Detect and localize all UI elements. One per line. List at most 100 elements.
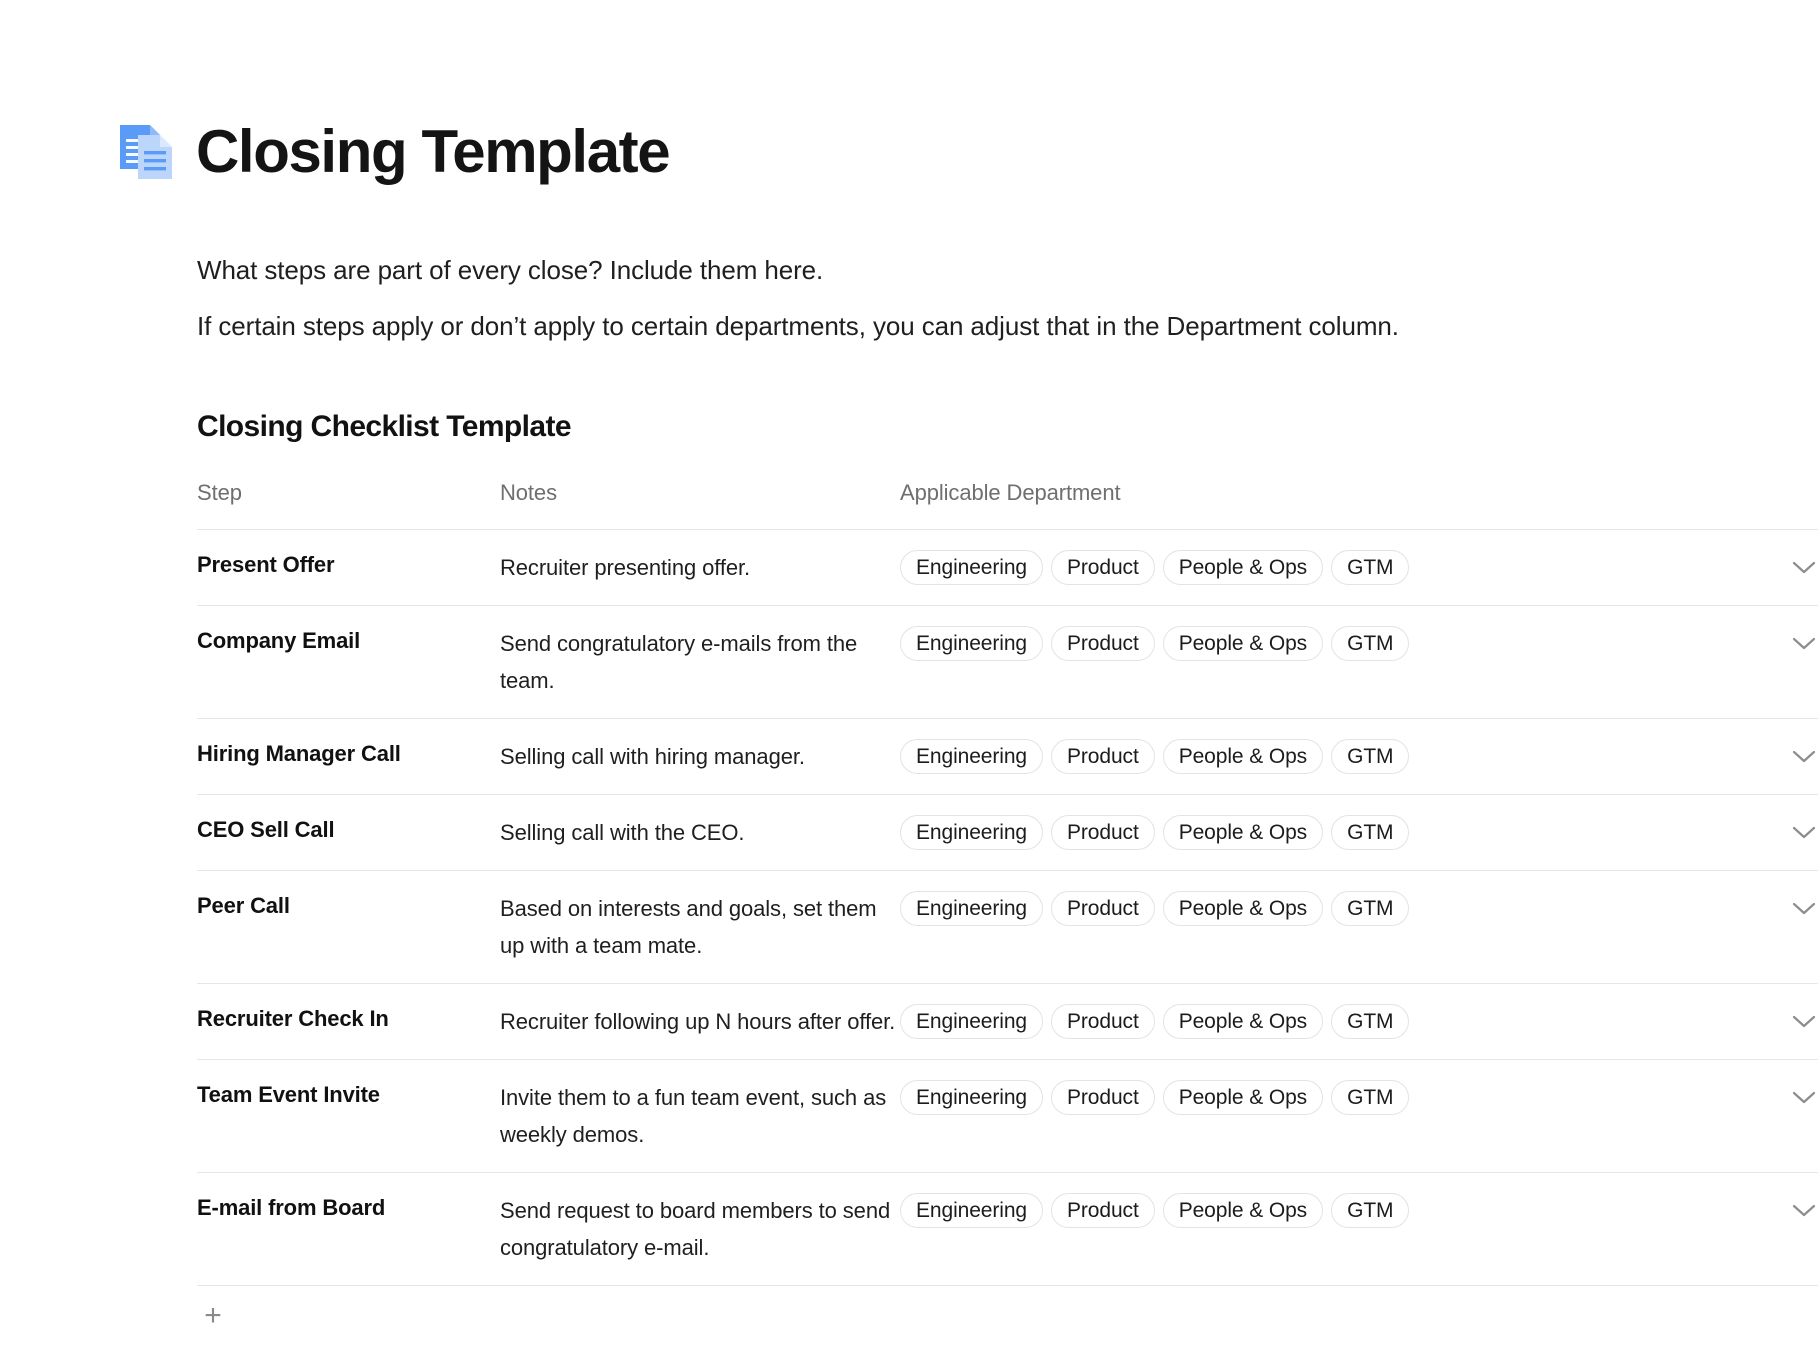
department-pill[interactable]: Product: [1051, 1193, 1155, 1228]
department-pill[interactable]: Engineering: [900, 1193, 1043, 1228]
add-row-button[interactable]: +: [197, 1300, 229, 1332]
department-pill[interactable]: People & Ops: [1162, 626, 1324, 661]
department-pill-group: Engineering Product People & Ops GTM: [900, 1003, 1600, 1040]
chevron-down-icon[interactable]: [1792, 1079, 1818, 1116]
department-pill[interactable]: People & Ops: [1162, 1004, 1324, 1039]
cell-expand: [1600, 795, 1818, 871]
cell-step: Hiring Manager Call: [197, 741, 401, 766]
chevron-down-icon[interactable]: [1792, 625, 1818, 662]
page-title: Closing Template: [196, 118, 671, 185]
cell-step: Recruiter Check In: [197, 1006, 389, 1031]
department-pill-group: Engineering Product People & Ops GTM: [900, 549, 1600, 586]
department-pill-group: Engineering Product People & Ops GTM: [900, 1079, 1600, 1116]
cell-expand: [1600, 1173, 1818, 1286]
column-header-step: Step: [197, 480, 242, 505]
table-header-row: Step Notes Applicable Department: [197, 479, 1818, 530]
department-pill[interactable]: GTM: [1331, 815, 1410, 850]
section-heading: Closing Checklist Template: [197, 410, 572, 443]
department-pill[interactable]: Engineering: [900, 626, 1043, 661]
cell-applicable-department: Engineering Product People & Ops GTM: [900, 984, 1600, 1060]
cell-notes: Send request to board members to send co…: [500, 1198, 891, 1260]
department-pill[interactable]: Product: [1051, 550, 1155, 585]
department-pill[interactable]: GTM: [1331, 550, 1410, 585]
department-pill-group: Engineering Product People & Ops GTM: [900, 890, 1600, 927]
chevron-down-icon[interactable]: [1792, 1192, 1818, 1229]
department-pill[interactable]: People & Ops: [1162, 1193, 1324, 1228]
table-body: Present Offer Recruiter presenting offer.…: [197, 529, 1818, 1286]
intro-paragraph-2: If certain steps apply or don’t apply to…: [197, 311, 1399, 341]
cell-expand: [1600, 871, 1818, 984]
cell-notes: Selling call with hiring manager.: [500, 744, 805, 769]
intro-paragraph-1: What steps are part of every close? Incl…: [197, 255, 824, 285]
cell-expand: [1600, 984, 1818, 1060]
column-header-applicable-department: Applicable Department: [900, 480, 1121, 505]
table-row[interactable]: E-mail from Board Send request to board m…: [197, 1172, 1818, 1286]
department-pill[interactable]: Product: [1051, 1080, 1155, 1115]
department-pill-group: Engineering Product People & Ops GTM: [900, 1192, 1600, 1229]
department-pill[interactable]: Product: [1051, 891, 1155, 926]
department-pill[interactable]: Engineering: [900, 739, 1043, 774]
department-pill[interactable]: People & Ops: [1162, 891, 1324, 926]
department-pill[interactable]: GTM: [1331, 1193, 1410, 1228]
table-row[interactable]: Peer Call Based on interests and goals, s…: [197, 870, 1818, 984]
document-page: Closing Template What steps are part of …: [0, 0, 1818, 1358]
table-row[interactable]: Team Event Invite Invite them to a fun te…: [197, 1059, 1818, 1173]
cell-notes: Send congratulatory e-mails from the tea…: [500, 631, 858, 693]
add-row-container: +: [0, 1300, 1818, 1340]
closing-checklist-table: Step Notes Applicable Department Present…: [197, 479, 1818, 1286]
cell-applicable-department: Engineering Product People & Ops GTM: [900, 1173, 1600, 1286]
chevron-down-icon[interactable]: [1792, 738, 1818, 775]
table-row[interactable]: Company Email Send congratulatory e-mails…: [197, 605, 1818, 719]
chevron-down-icon[interactable]: [1792, 1003, 1818, 1040]
department-pill[interactable]: People & Ops: [1162, 815, 1324, 850]
closing-checklist-table-wrap: Step Notes Applicable Department Present…: [0, 479, 1818, 1286]
cell-step: Peer Call: [197, 893, 290, 918]
cell-applicable-department: Engineering Product People & Ops GTM: [900, 1060, 1600, 1173]
document-pages-icon: [118, 121, 174, 183]
cell-applicable-department: Engineering Product People & Ops GTM: [900, 719, 1600, 795]
department-pill[interactable]: GTM: [1331, 739, 1410, 774]
department-pill[interactable]: People & Ops: [1162, 1080, 1324, 1115]
department-pill[interactable]: Product: [1051, 626, 1155, 661]
chevron-down-icon[interactable]: [1792, 814, 1818, 851]
department-pill[interactable]: Engineering: [900, 891, 1043, 926]
cell-expand: [1600, 606, 1818, 719]
title-row: Closing Template: [0, 0, 1818, 191]
table-row[interactable]: Present Offer Recruiter presenting offer.…: [197, 529, 1818, 606]
cell-notes: Selling call with the CEO.: [500, 820, 745, 845]
department-pill[interactable]: Product: [1051, 739, 1155, 774]
department-pill[interactable]: Engineering: [900, 1080, 1043, 1115]
department-pill[interactable]: GTM: [1331, 1080, 1410, 1115]
cell-applicable-department: Engineering Product People & Ops GTM: [900, 606, 1600, 719]
table-row[interactable]: CEO Sell Call Selling call with the CEO. E…: [197, 794, 1818, 871]
cell-expand: [1600, 1060, 1818, 1173]
cell-notes: Invite them to a fun team event, such as…: [500, 1085, 887, 1147]
table-row[interactable]: Hiring Manager Call Selling call with hir…: [197, 718, 1818, 795]
chevron-down-icon[interactable]: [1792, 890, 1818, 927]
department-pill-group: Engineering Product People & Ops GTM: [900, 814, 1600, 851]
department-pill-group: Engineering Product People & Ops GTM: [900, 738, 1600, 775]
department-pill[interactable]: People & Ops: [1162, 739, 1324, 774]
cell-notes: Recruiter following up N hours after off…: [500, 1009, 896, 1034]
department-pill[interactable]: Product: [1051, 1004, 1155, 1039]
department-pill-group: Engineering Product People & Ops GTM: [900, 625, 1600, 662]
cell-expand: [1600, 719, 1818, 795]
cell-step: Company Email: [197, 628, 361, 653]
table-row[interactable]: Recruiter Check In Recruiter following up…: [197, 983, 1818, 1060]
department-pill[interactable]: People & Ops: [1162, 550, 1324, 585]
cell-notes: Recruiter presenting offer.: [500, 555, 751, 580]
department-pill[interactable]: GTM: [1331, 1004, 1410, 1039]
department-pill[interactable]: Engineering: [900, 1004, 1043, 1039]
cell-applicable-department: Engineering Product People & Ops GTM: [900, 530, 1600, 606]
department-pill[interactable]: Engineering: [900, 815, 1043, 850]
chevron-down-icon[interactable]: [1792, 549, 1818, 586]
table-header: Step Notes Applicable Department: [197, 479, 1818, 530]
department-pill[interactable]: Product: [1051, 815, 1155, 850]
department-pill[interactable]: GTM: [1331, 891, 1410, 926]
cell-notes: Based on interests and goals, set them u…: [500, 896, 877, 958]
cell-expand: [1600, 530, 1818, 606]
column-header-notes: Notes: [500, 480, 557, 505]
department-pill[interactable]: Engineering: [900, 550, 1043, 585]
cell-step: Team Event Invite: [197, 1082, 380, 1107]
department-pill[interactable]: GTM: [1331, 626, 1410, 661]
